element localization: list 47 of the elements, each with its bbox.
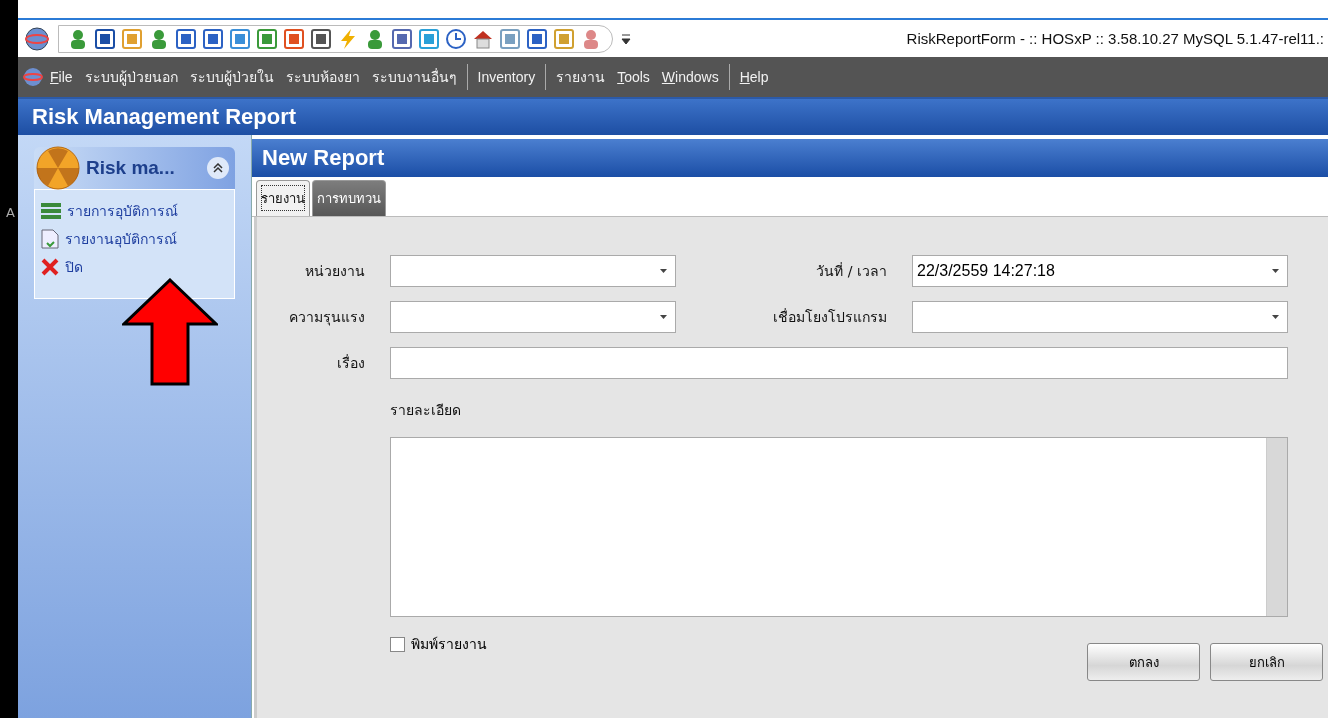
combo-box[interactable] bbox=[912, 301, 1288, 333]
field-label: รายละเอียด bbox=[390, 401, 462, 420]
checkbox-label: พิมพ์รายงาน bbox=[411, 635, 487, 654]
sidebar-link[interactable]: รายงานอุบัติการณ์ bbox=[65, 228, 177, 250]
clock-icon[interactable] bbox=[445, 27, 467, 50]
field-label: หน่วยงาน bbox=[304, 262, 365, 281]
menu-item[interactable]: Tools bbox=[611, 65, 656, 89]
dialog-button[interactable]: ยกเลิก bbox=[1210, 643, 1323, 681]
combo-box[interactable] bbox=[390, 255, 676, 287]
field-label: เชื่อมโยงโปรแกรม bbox=[772, 307, 887, 327]
scrollbar[interactable] bbox=[1266, 438, 1287, 616]
chevron-icon bbox=[213, 163, 223, 173]
combo-box[interactable]: 22/3/2559 14:27:18 bbox=[912, 255, 1288, 287]
menu-item[interactable]: Inventory bbox=[471, 65, 542, 89]
input-field[interactable] bbox=[390, 347, 1288, 379]
dropdown-icon bbox=[1272, 269, 1279, 273]
dropdown-icon bbox=[660, 269, 667, 273]
field-label: วันที่ / เวลา bbox=[815, 261, 887, 281]
menu-item[interactable]: ระบบงานอื่นๆ bbox=[365, 62, 463, 92]
app-logo-icon[interactable] bbox=[24, 25, 50, 52]
combo-box[interactable] bbox=[390, 301, 676, 333]
close-icon bbox=[41, 258, 59, 276]
dropdown-icon bbox=[660, 315, 667, 319]
tab[interactable]: การทบทวน bbox=[312, 180, 386, 216]
orb-icon bbox=[34, 146, 82, 190]
edge-text: A bbox=[5, 205, 16, 220]
menu-item[interactable]: File bbox=[44, 65, 79, 89]
menu-item[interactable]: รายงาน bbox=[550, 62, 612, 92]
checkbox[interactable] bbox=[390, 636, 405, 652]
form-title: New Report bbox=[252, 139, 1328, 177]
tab[interactable]: รายงาน bbox=[256, 180, 310, 216]
dialog-button[interactable]: ตกลง bbox=[1087, 643, 1200, 681]
collapse-button[interactable] bbox=[207, 157, 229, 179]
menu-item[interactable]: Windows bbox=[655, 65, 725, 89]
field-label: ความรุนแรง bbox=[288, 308, 365, 328]
menu-item[interactable]: ระบบผู้ป่วยใน bbox=[183, 62, 280, 92]
menu-item[interactable]: ระบบผู้ป่วยนอก bbox=[78, 62, 184, 92]
dropdown-icon bbox=[1272, 315, 1279, 319]
sidebar-link[interactable]: รายการอุบัติการณ์ bbox=[67, 200, 178, 222]
app-title: Risk Management Report bbox=[18, 99, 1328, 135]
sidebar-link[interactable]: ปิด bbox=[65, 256, 83, 278]
menu-item[interactable]: Help bbox=[733, 65, 775, 89]
window-title: RiskReportForm - :: HOSxP :: 3.58.10.27 MySQL 5.1.47-rel11.: bbox=[906, 30, 1325, 47]
menu-item[interactable]: ระบบห้องยา bbox=[279, 62, 366, 92]
customize-icon[interactable] bbox=[621, 32, 631, 45]
sidebar-title: Risk ma... bbox=[86, 157, 176, 179]
field-label: เรื่อง bbox=[336, 353, 365, 373]
